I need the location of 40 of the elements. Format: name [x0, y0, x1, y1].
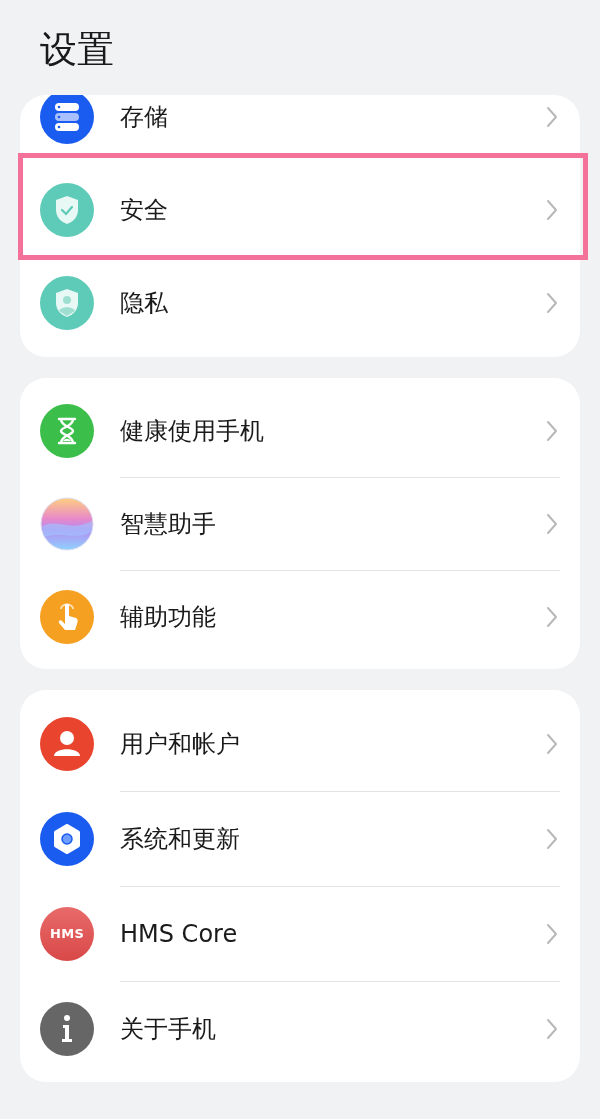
row-label: 隐私 [120, 287, 168, 319]
row-label: 辅助功能 [120, 601, 216, 633]
settings-icon [40, 811, 94, 866]
row-label: HMS Core [120, 918, 238, 950]
settings-row[interactable]: 系统和更新 [20, 791, 580, 886]
hand-tap-icon [40, 589, 94, 644]
settings-row[interactable]: 辅助功能 [20, 570, 580, 663]
chevron-right-icon [546, 732, 558, 755]
row-label: 安全 [120, 194, 168, 226]
chevron-right-icon [546, 198, 558, 221]
settings-row[interactable]: 隐私 [20, 256, 580, 349]
chevron-right-icon [546, 419, 558, 442]
settings-row[interactable]: 安全 [20, 163, 580, 256]
user-icon [40, 716, 94, 771]
chevron-right-icon [546, 922, 558, 945]
settings-row[interactable]: 存储 [20, 95, 580, 163]
row-label: 用户和帐户 [120, 728, 240, 760]
chevron-right-icon [546, 291, 558, 314]
chevron-right-icon [546, 105, 558, 128]
row-label: 智慧助手 [120, 508, 216, 540]
chevron-right-icon [546, 1017, 558, 1040]
chevron-right-icon [546, 605, 558, 628]
row-label: 存储 [120, 101, 168, 133]
row-label: 系统和更新 [120, 823, 240, 855]
row-label: 关于手机 [120, 1013, 216, 1045]
shield-check-icon [40, 182, 94, 237]
gradient-orb-icon [40, 496, 94, 551]
settings-row[interactable]: 用户和帐户 [20, 696, 580, 791]
settings-row[interactable]: 智慧助手 [20, 477, 580, 570]
page-title: 设置 [40, 28, 114, 71]
settings-row[interactable]: HMS HMS Core [20, 886, 580, 981]
hourglass-icon [40, 403, 94, 458]
hms-icon: HMS [40, 906, 94, 961]
chevron-right-icon [546, 512, 558, 535]
info-icon [40, 1001, 94, 1056]
settings-row[interactable]: 健康使用手机 [20, 384, 580, 477]
shield-person-icon [40, 275, 94, 330]
chevron-right-icon [546, 827, 558, 850]
row-label: 健康使用手机 [120, 415, 264, 447]
settings-row[interactable]: 关于手机 [20, 981, 580, 1076]
